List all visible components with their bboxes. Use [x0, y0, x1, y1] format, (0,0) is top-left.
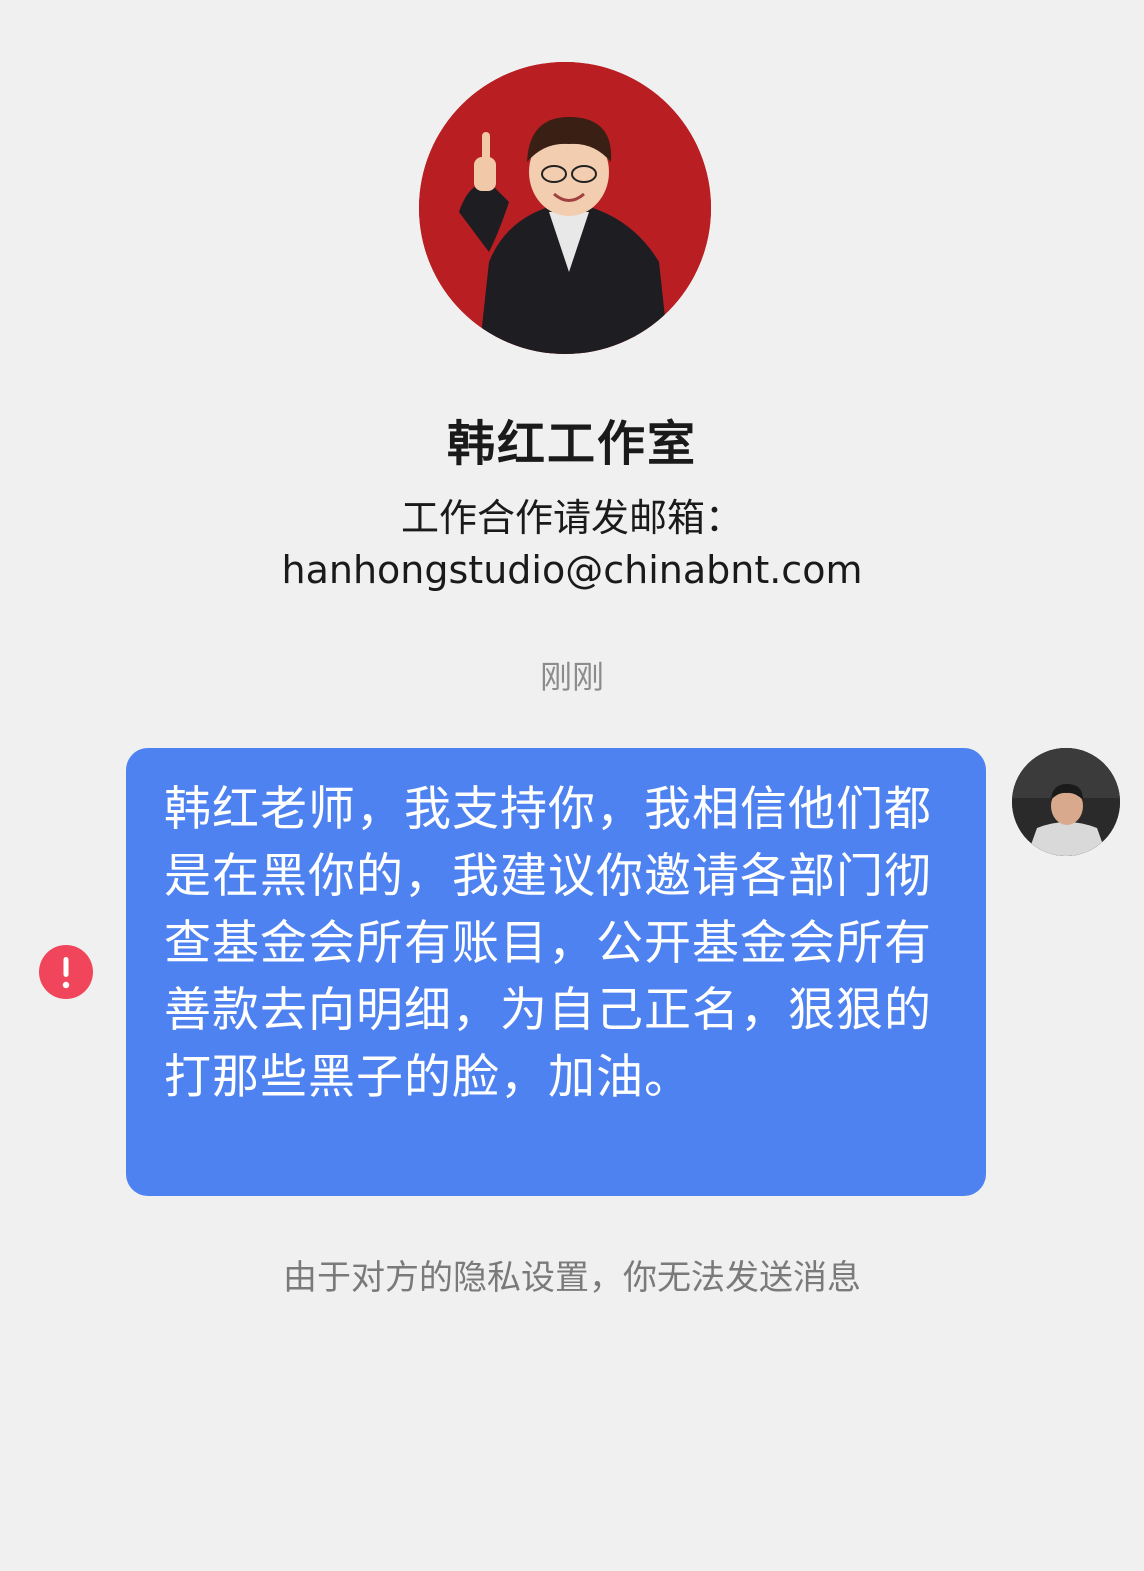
profile-bio-line1: 工作合作请发邮箱： — [400, 496, 743, 540]
user-photo-icon — [1012, 748, 1120, 856]
message-bubble[interactable]: 韩红老师，我支持你，我相信他们都是在黑你的，我建议你邀请各部门彻查基金会所有账目… — [126, 748, 986, 1196]
privacy-notice: 由于对方的隐私设置，你无法发送消息 — [283, 1258, 861, 1298]
profile-name: 韩红工作室 — [446, 416, 697, 472]
profile-avatar[interactable] — [419, 62, 711, 354]
profile-bio: 工作合作请发邮箱： hanhongstudio@chinabnt.com — [0, 492, 1144, 596]
send-failed-icon[interactable] — [39, 945, 93, 999]
message-timestamp: 刚刚 — [539, 658, 604, 696]
profile-bio-email[interactable]: hanhongstudio@chinabnt.com — [0, 544, 1144, 596]
profile-photo-icon — [419, 62, 711, 354]
user-avatar[interactable] — [1012, 748, 1120, 856]
